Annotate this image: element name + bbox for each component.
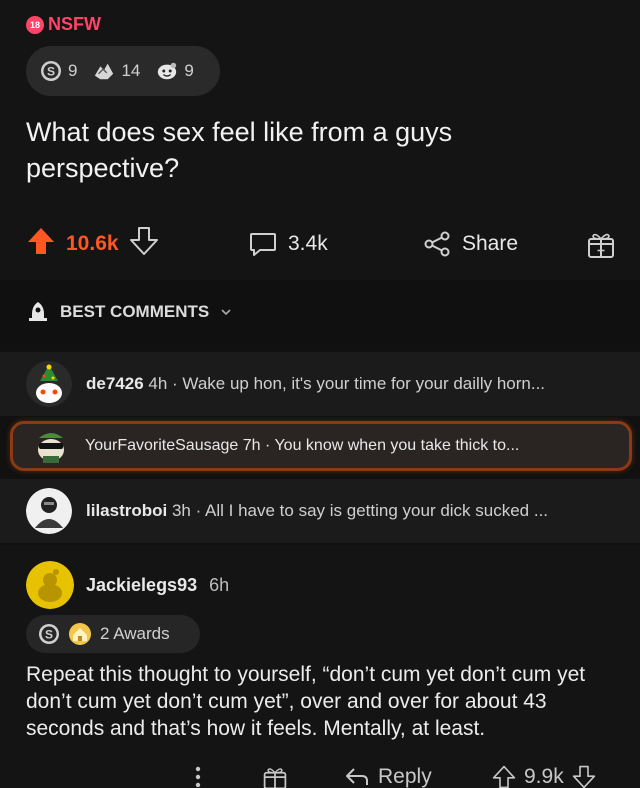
collapsed-comment[interactable]: lilastroboi 3h · All I have to say is ge… (0, 479, 640, 543)
award-count: 9 (184, 61, 194, 80)
share-icon (424, 231, 450, 257)
award-gift-button[interactable] (586, 230, 616, 265)
gift-icon (588, 233, 614, 258)
vote-controls: 10.6k (26, 220, 159, 268)
avatar (26, 488, 72, 534)
collapsed-comment[interactable]: de7426 4h · Wake up hon, it's your time … (0, 352, 640, 416)
avatar (26, 361, 72, 407)
comment-vote-controls: 9.9k (492, 765, 596, 788)
share-label: Share (462, 232, 519, 255)
comment-header: Jackielegs93 6h (26, 561, 229, 609)
comments-button[interactable]: 3.4k (248, 220, 328, 268)
comment-snippet: 7h · You know when you take thick to... (238, 437, 520, 454)
award-count: 9 (68, 61, 78, 80)
username[interactable]: YourFavoriteSausage (85, 437, 238, 454)
upvote-arrow-icon[interactable] (492, 765, 516, 788)
award-helpful: 14 (93, 60, 140, 82)
give-award-button[interactable] (262, 765, 288, 788)
expanded-comment: Jackielegs93 6h S 2 Awards Repeat this t… (0, 545, 640, 788)
comment-count: 3.4k (288, 232, 328, 255)
upvote-arrow-icon (28, 228, 54, 254)
comment-score: 9.9k (524, 765, 564, 788)
upvote-button[interactable] (26, 226, 56, 262)
award-wholesome: 9 (156, 60, 194, 82)
share-button[interactable]: Share (422, 220, 518, 268)
svg-text:S: S (45, 628, 53, 642)
highlighted-collapsed-comment[interactable]: YourFavoriteSausage 7h · You know when y… (10, 421, 632, 471)
nsfw-label: NSFW (48, 14, 101, 34)
downvote-arrow-icon[interactable] (572, 765, 596, 788)
post-awards[interactable]: S 9 14 9 (26, 46, 220, 96)
more-options-button[interactable] (192, 765, 204, 788)
avatar (31, 426, 71, 466)
post-action-bar: 10.6k 3.4k Share (0, 220, 640, 268)
nsfw-18-badge: 18 (26, 15, 44, 34)
vertical-dots-icon (195, 766, 201, 788)
comment-sort-bar[interactable]: BEST COMMENTS (0, 280, 640, 344)
chevron-down-icon (221, 309, 231, 316)
svg-text:S: S (47, 65, 55, 79)
helpful-hands-award-icon (93, 60, 115, 82)
username[interactable]: de7426 (86, 374, 144, 393)
award-count: 14 (121, 61, 141, 80)
downvote-button[interactable] (129, 226, 159, 262)
wholesome-award-icon (156, 60, 178, 82)
house-award-icon (69, 623, 91, 645)
silver-award-icon: S (39, 624, 59, 644)
comment-snippet: 4h · Wake up hon, it's your time for you… (143, 374, 546, 393)
comment-age: 6h (209, 574, 230, 595)
reply-arrow-icon (346, 768, 368, 785)
reply-button[interactable]: Reply (344, 765, 432, 788)
post-card: 18 NSFW S 9 14 9 What does sex feel like… (0, 0, 640, 280)
avatar[interactable] (26, 561, 74, 609)
comment-bubble-icon (250, 233, 276, 256)
comment-action-bar: Reply 9.9k (0, 763, 640, 788)
comment-preview: lilastroboi 3h · All I have to say is ge… (86, 501, 548, 521)
comment-snippet: 3h · All I have to say is getting your d… (167, 501, 549, 520)
comment-preview: YourFavoriteSausage 7h · You know when y… (85, 437, 519, 455)
comment-preview: de7426 4h · Wake up hon, it's your time … (86, 374, 545, 394)
sort-label: BEST COMMENTS (60, 302, 210, 321)
rocket-ship-icon (29, 302, 47, 321)
awards-count-label: 2 Awards (100, 624, 170, 643)
username[interactable]: lilastroboi (86, 501, 167, 520)
downvote-arrow-icon (129, 227, 158, 255)
nsfw-tag: 18 NSFW (26, 14, 101, 35)
comment-awards[interactable]: S 2 Awards (26, 615, 200, 653)
comment-body: Repeat this thought to yourself, “don’t … (26, 663, 586, 740)
post-title[interactable]: What does sex feel like from a guys pers… (26, 114, 586, 186)
reply-label: Reply (378, 765, 432, 788)
username[interactable]: Jackielegs93 (86, 575, 197, 596)
silver-award-icon: S (40, 60, 62, 82)
award-silver: S 9 (40, 60, 77, 82)
gift-icon (263, 768, 287, 788)
post-score: 10.6k (66, 232, 119, 255)
